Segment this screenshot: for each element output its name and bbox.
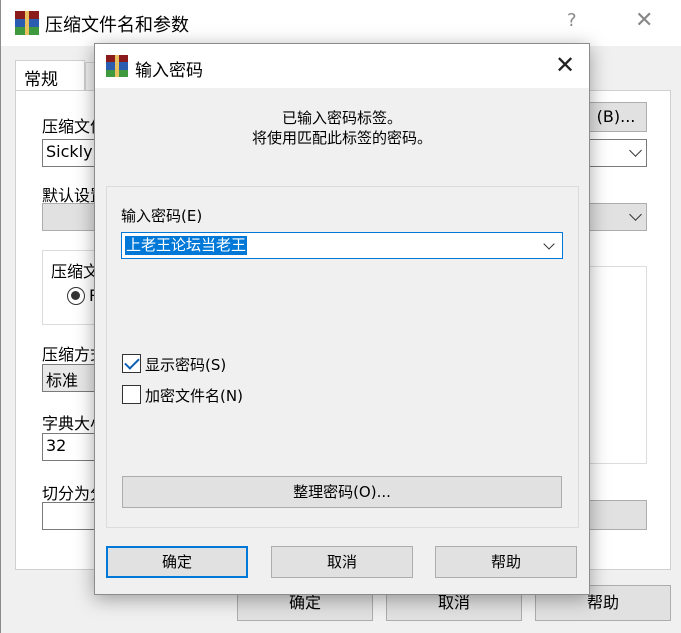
archive-options-group [589,266,647,464]
background-titlebar: 压缩文件名和参数 ? ✕ [1,0,681,46]
chevron-down-icon [629,144,642,157]
dictionary-size-select[interactable]: 32 [42,433,102,461]
tab-general[interactable]: 常规 [15,60,85,90]
browse-button[interactable]: (B)... [585,102,647,132]
close-icon[interactable]: ✕ [547,50,583,82]
encrypt-filenames-label[interactable]: 加密文件名(N) [145,385,243,406]
format-radio-rar[interactable] [67,287,85,305]
cancel-button[interactable]: 取消 [271,546,413,578]
organize-passwords-button[interactable]: 整理密码(O)... [122,476,562,508]
background-window-title: 压缩文件名和参数 [45,15,189,36]
dialog-message: 已输入密码标签。 将使用匹配此标签的密码。 [95,108,589,148]
dialog-titlebar: 输入密码 ✕ [95,44,589,88]
help-button[interactable]: 帮助 [435,546,577,578]
encrypt-filenames-checkbox[interactable] [122,385,141,404]
show-password-checkbox[interactable] [122,354,141,373]
profile-button[interactable] [42,203,102,231]
background-close-icon[interactable]: ✕ [635,8,653,33]
set-password-button[interactable] [589,500,647,530]
archive-format-label: 压缩文 [51,262,100,281]
ok-button[interactable]: 确定 [106,546,248,578]
password-value: 上老王论坛当老王 [125,236,248,255]
password-label: 输入密码(E) [121,207,203,225]
update-mode-dropdown[interactable] [589,203,647,231]
compression-method-select[interactable]: 标准 [42,364,102,392]
dialog-title: 输入密码 [135,61,203,81]
chevron-down-icon [629,208,642,221]
message-line-1: 已输入密码标签。 [281,109,402,127]
password-dialog: 输入密码 ✕ 已输入密码标签。 将使用匹配此标签的密码。 输入密码(E) 上老王… [94,43,590,595]
show-password-label[interactable]: 显示密码(S) [145,354,226,375]
archive-name-dropdown[interactable] [589,139,647,167]
winrar-books-icon [106,55,128,77]
split-volumes-field[interactable] [42,502,102,530]
archive-name-field[interactable]: Sickly D [42,139,102,167]
chevron-down-icon[interactable] [543,238,555,250]
winrar-books-icon [15,11,39,35]
password-input[interactable]: 上老王论坛当老王 [121,232,563,259]
message-line-2: 将使用匹配此标签的密码。 [251,129,432,147]
help-icon[interactable]: ? [567,10,577,31]
